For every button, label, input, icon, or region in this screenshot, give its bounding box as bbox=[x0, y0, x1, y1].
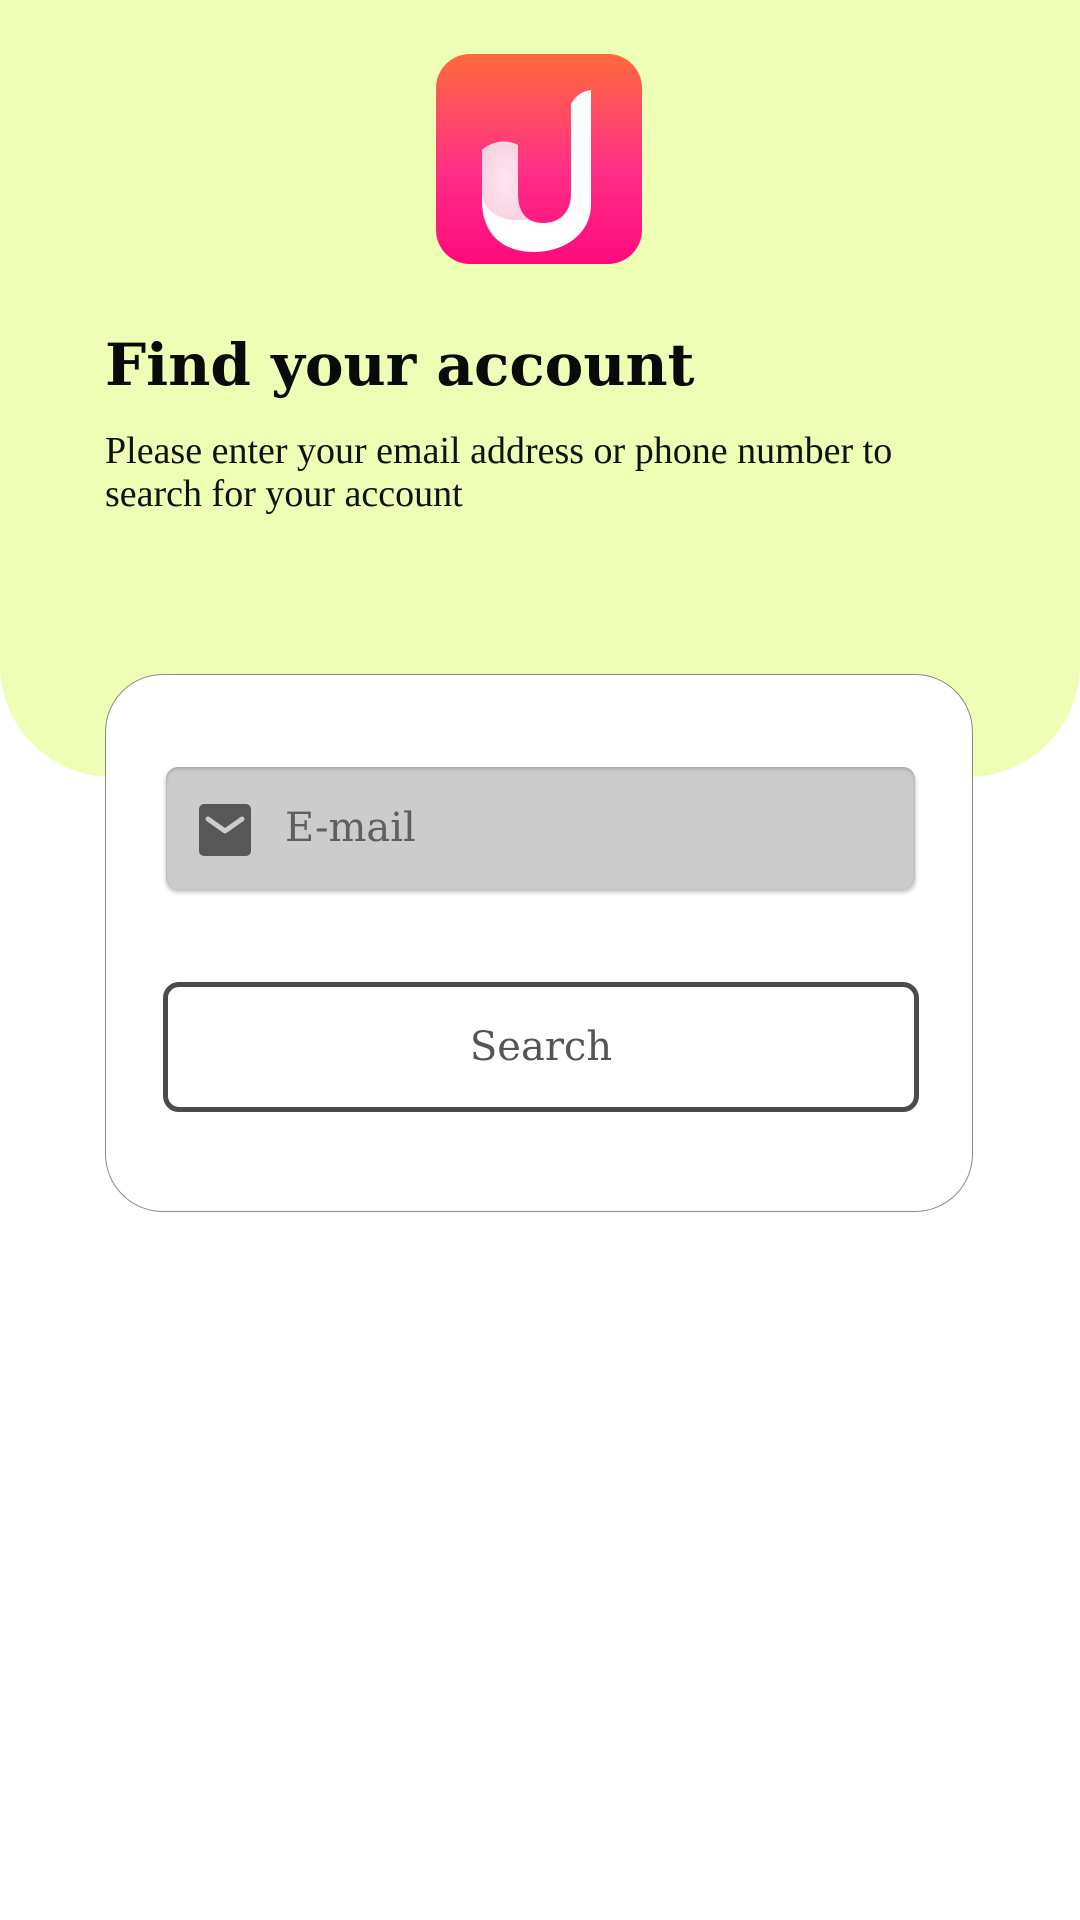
email-input[interactable] bbox=[285, 785, 885, 871]
page-subtitle: Please enter your email address or phone… bbox=[105, 430, 893, 515]
mail-icon bbox=[199, 804, 251, 856]
page-title: Find your account bbox=[105, 331, 695, 399]
search-button[interactable]: Search bbox=[163, 982, 919, 1112]
search-card bbox=[105, 674, 973, 1212]
app-logo-icon bbox=[436, 54, 642, 264]
email-field[interactable] bbox=[166, 767, 915, 889]
